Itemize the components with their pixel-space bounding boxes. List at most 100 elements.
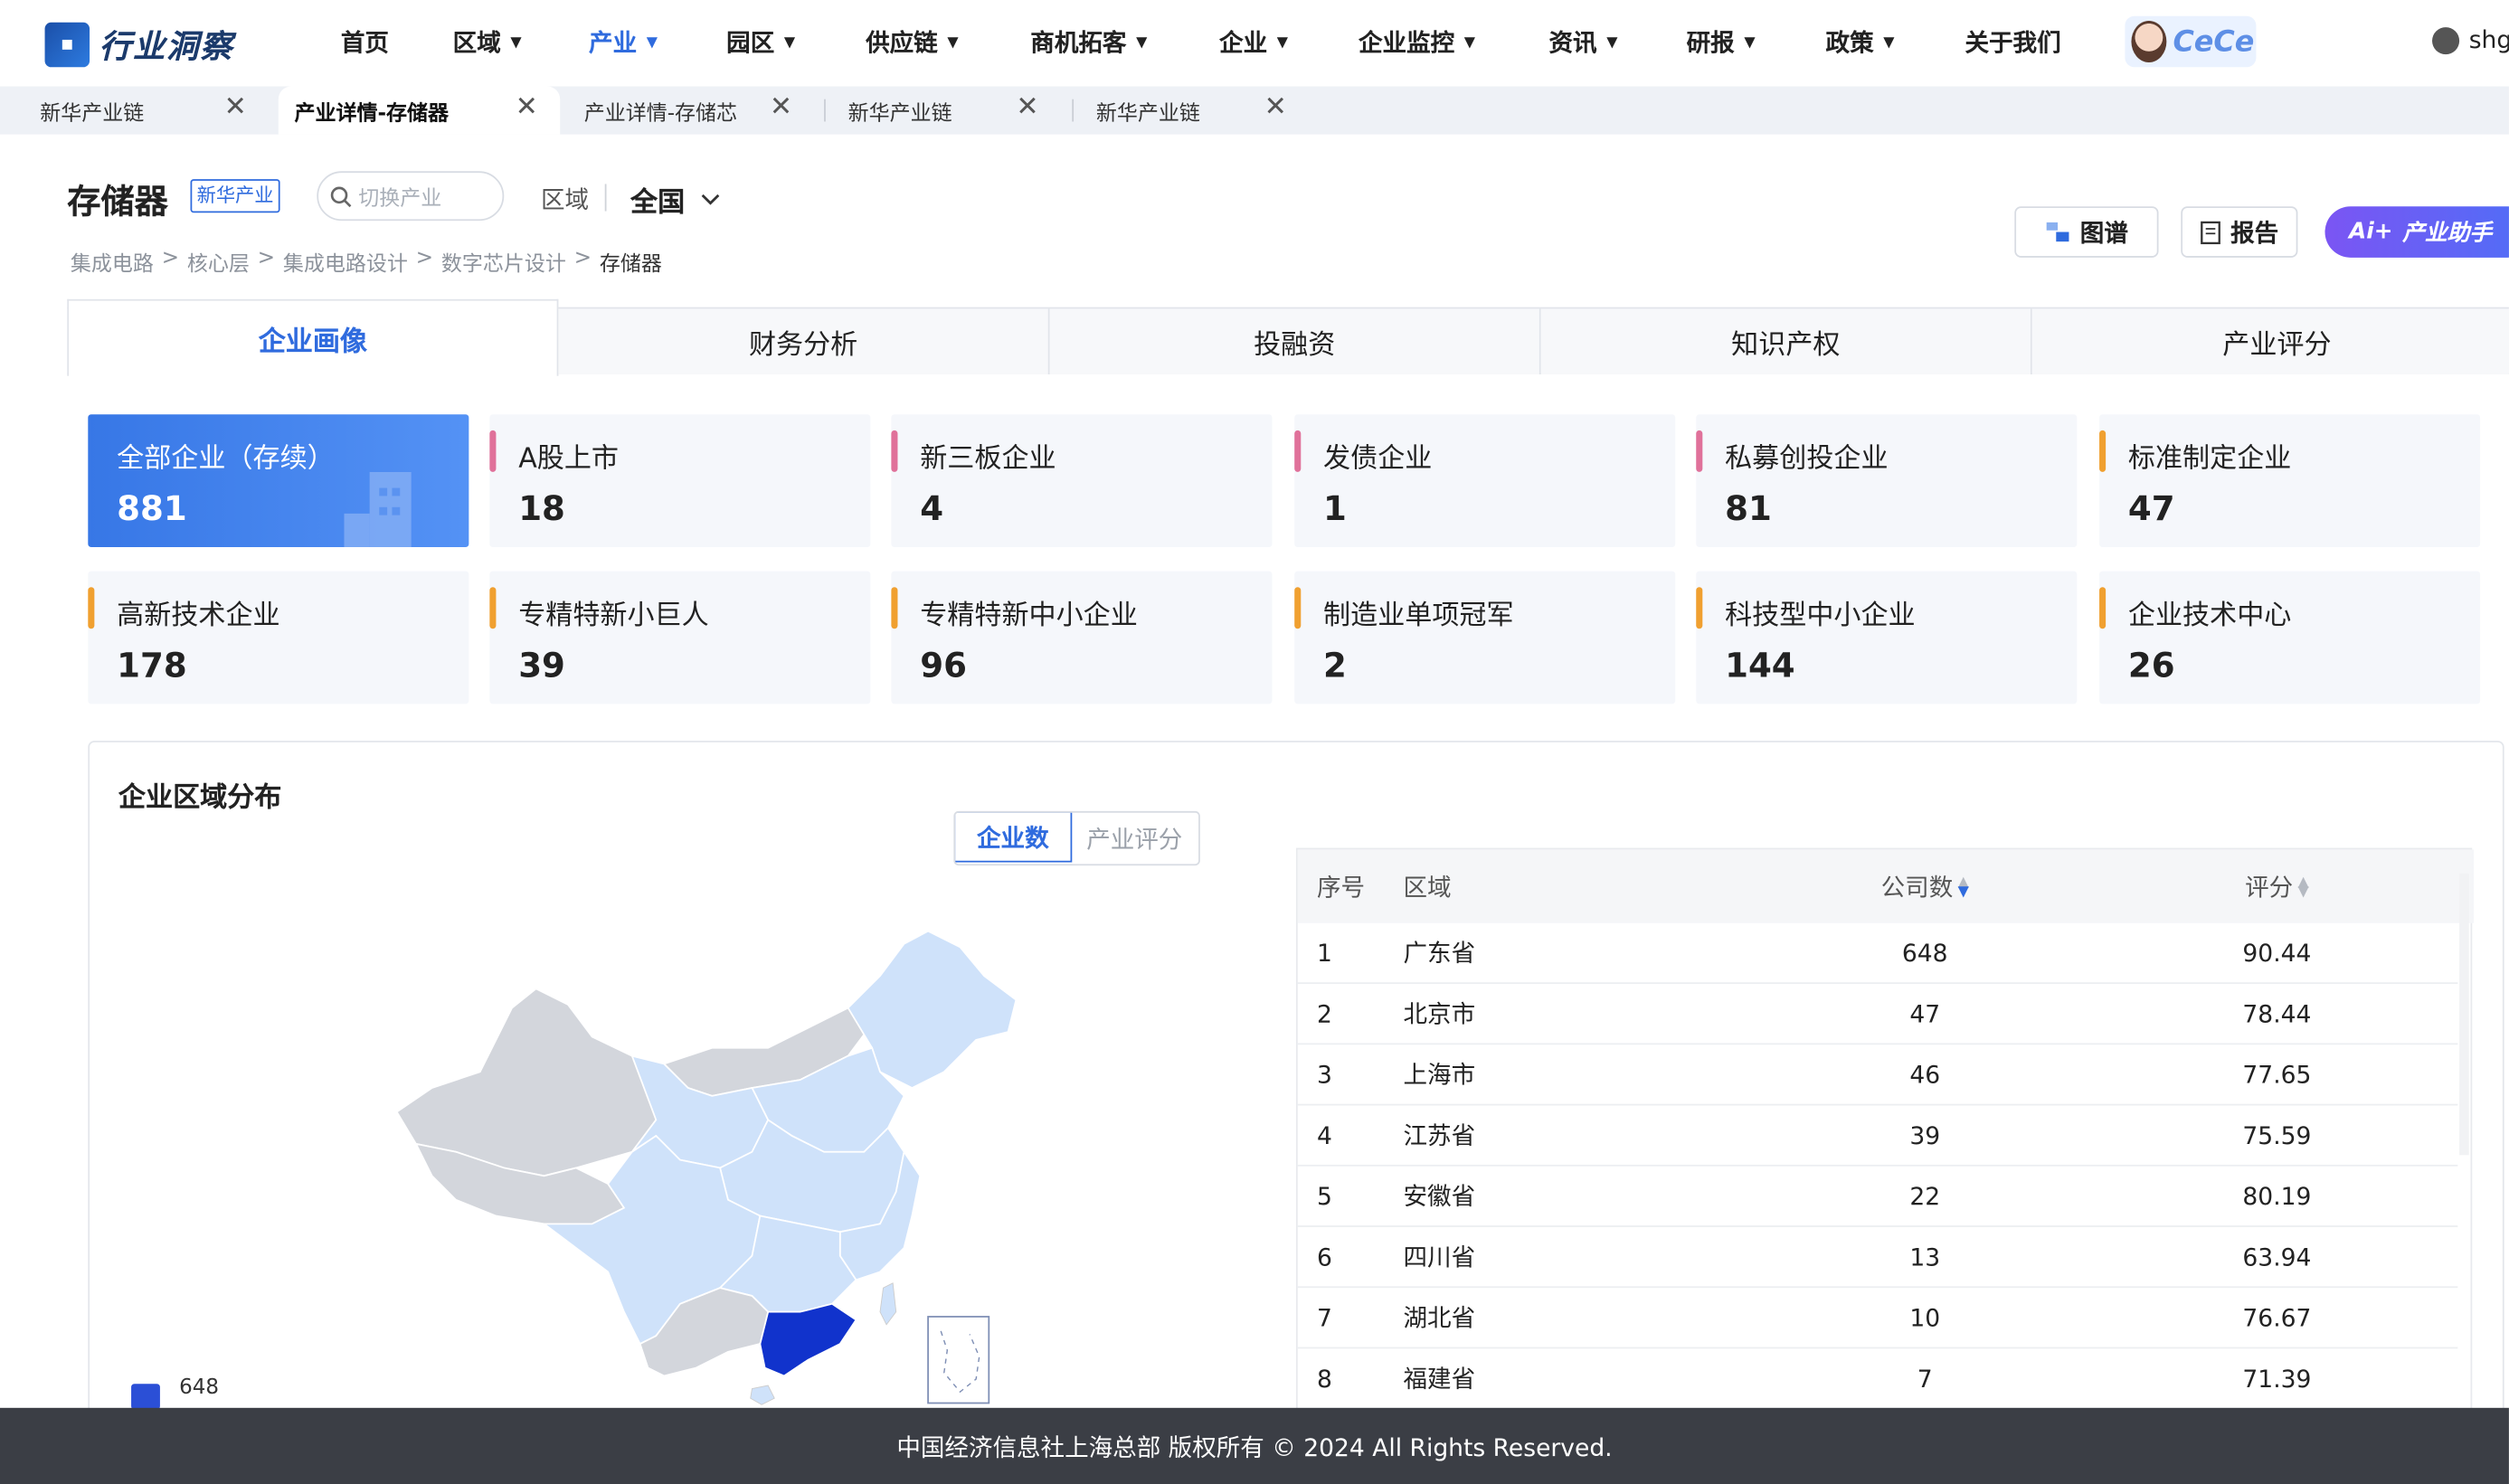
nav-research[interactable]: 研报 ▼ <box>1687 25 1756 59</box>
tab-enterprise-profile[interactable]: 企业画像 <box>67 298 559 376</box>
caret-down-icon: ▼ <box>1463 34 1475 51</box>
col-score[interactable]: 评分 ▲ ▼ <box>2213 870 2342 903</box>
close-icon[interactable]: ✕ <box>224 91 247 123</box>
stat-label: 全部企业（存续） <box>117 443 335 476</box>
stat-bar <box>891 587 898 629</box>
nav-business-leads[interactable]: 商机拓客 ▼ <box>1030 25 1147 59</box>
nav-region[interactable]: 区域 ▼ <box>453 25 522 59</box>
graph-icon <box>2046 222 2069 242</box>
stat-card-pe-vc[interactable]: 私募创投企业 81 <box>1696 414 2078 548</box>
cell-score: 78.44 <box>2242 998 2312 1028</box>
map-region-taiwan[interactable] <box>879 1282 897 1326</box>
close-icon[interactable]: ✕ <box>770 91 792 123</box>
caret-down-icon: ▼ <box>783 34 796 51</box>
stat-value: 81 <box>1725 489 1772 528</box>
stat-card-high-tech[interactable]: 高新技术企业 178 <box>88 571 469 704</box>
cell-count: 39 <box>1909 1120 1941 1150</box>
table-row[interactable]: 1 广东省 648 90.44 <box>1297 923 2458 984</box>
nav-enterprise[interactable]: 企业 ▼ <box>1219 25 1288 59</box>
nav-home[interactable]: 首页 <box>341 25 389 59</box>
nav-label: 企业监控 <box>1358 28 1455 58</box>
table-row[interactable]: 3 上海市 46 77.65 <box>1297 1044 2458 1106</box>
industry-search-input[interactable]: 切换产业 <box>317 171 505 222</box>
tab-storage-detail[interactable]: 产业详情-存储器 ✕ <box>278 86 561 135</box>
table-scrollbar[interactable] <box>2459 873 2469 1156</box>
stat-bar <box>88 587 95 629</box>
table-row[interactable]: 2 北京市 47 78.44 <box>1297 984 2458 1045</box>
breadcrumb-sep: > <box>573 246 592 270</box>
nav-label: 产业 <box>589 28 638 58</box>
sort-icon[interactable]: ▲ ▼ <box>1958 876 1969 901</box>
tab-investment[interactable]: 投融资 <box>1049 308 1541 374</box>
cell-score: 63.94 <box>2242 1242 2312 1271</box>
region-table: 序号 区域 公司数 ▲ ▼ 评分 ▲ ▼ 1 广东省 648 90.44 2 北京市 47 78.4… <box>1295 847 2475 1424</box>
stat-card-neeq[interactable]: 新三板企业 4 <box>891 414 1273 548</box>
caret-down-icon: ▼ <box>1883 34 1895 51</box>
nav-news[interactable]: 资讯 ▼ <box>1548 25 1617 59</box>
table-row[interactable]: 8 福建省 7 71.39 <box>1297 1348 2458 1410</box>
breadcrumb-item[interactable]: 数字芯片设计 <box>441 246 566 278</box>
toggle-industry-score[interactable]: 产业评分 <box>1071 813 1199 865</box>
ai-assistant-button[interactable]: Ai+ 产业助手 <box>2324 206 2509 258</box>
tab-financial-analysis[interactable]: 财务分析 <box>558 308 1050 374</box>
nav-industry[interactable]: 产业 ▼ <box>589 25 658 59</box>
stat-card-sme[interactable]: 专精特新中小企业 96 <box>891 571 1273 704</box>
nav-monitoring[interactable]: 企业监控 ▼ <box>1359 25 1475 59</box>
close-icon[interactable]: ✕ <box>1264 91 1287 123</box>
graph-button[interactable]: 图谱 <box>2014 206 2159 258</box>
nav-supply-chain[interactable]: 供应链 ▼ <box>866 25 958 59</box>
breadcrumb-item[interactable]: 核心层 <box>187 246 250 278</box>
report-button[interactable]: 报告 <box>2181 206 2298 258</box>
table-row[interactable]: 5 安徽省 22 80.19 <box>1297 1167 2458 1227</box>
map-region-hainan[interactable] <box>750 1385 775 1405</box>
close-icon[interactable]: ✕ <box>516 91 538 123</box>
stat-card-all[interactable]: 全部企业（存续） 881 <box>88 414 469 548</box>
table-row[interactable]: 7 湖北省 10 76.67 <box>1297 1288 2458 1349</box>
stat-card-standard[interactable]: 标准制定企业 47 <box>2099 414 2481 548</box>
tab-industry-score[interactable]: 产业评分 <box>2031 308 2509 374</box>
stat-bar <box>1294 430 1302 472</box>
nav-label: 资讯 <box>1548 28 1597 58</box>
assistant-cece[interactable]: CeCe <box>2125 15 2257 68</box>
nav-policy[interactable]: 政策 ▼ <box>1826 25 1895 59</box>
page-tabs: 新华产业链 ✕ 产业详情-存储器 ✕ 产业详情-存储芯 ✕ 新华产业链 ✕ 新华产业链 ✕ <box>0 86 2509 135</box>
sort-icon[interactable]: ▲ ▼ <box>2298 876 2309 901</box>
breadcrumb-item[interactable]: 集成电路 <box>71 246 154 278</box>
table-row[interactable]: 4 江苏省 39 75.59 <box>1297 1105 2458 1167</box>
top-nav: ■ 行业洞察 首页 区域 ▼ 产业 ▼ 园区 ▼ 供应链 ▼ 商机拓客 ▼ 企业 ▼ 企业监… <box>0 0 2509 87</box>
table-row[interactable]: 6 四川省 13 63.94 <box>1297 1227 2458 1289</box>
tab-label: 产业详情-存储芯 <box>583 101 738 126</box>
nav-park[interactable]: 园区 ▼ <box>726 25 795 59</box>
cell-region: 安徽省 <box>1403 1182 1476 1212</box>
search-icon <box>330 185 352 207</box>
stat-card-bond[interactable]: 发债企业 1 <box>1294 414 1676 548</box>
china-map[interactable] <box>368 912 1040 1407</box>
toggle-company-count[interactable]: 企业数 <box>955 812 1073 863</box>
close-icon[interactable]: ✕ <box>1016 91 1038 123</box>
region-select[interactable]: 全国 <box>630 179 720 219</box>
tab-xinhua-chain-3[interactable]: 新华产业链 ✕ <box>1072 87 1311 135</box>
tab-xinhua-chain-1[interactable]: 新华产业链 ✕ <box>0 87 275 135</box>
user-menu[interactable]: shg <box>2432 25 2509 54</box>
tab-xinhua-chain-2[interactable]: 新华产业链 ✕ <box>824 87 1064 135</box>
stat-card-tech-sme[interactable]: 科技型中小企业 144 <box>1696 571 2078 704</box>
nav-label: 企业 <box>1219 28 1268 58</box>
cell-score: 71.39 <box>2242 1364 2312 1394</box>
cell-score: 75.59 <box>2242 1120 2312 1150</box>
stat-label: 科技型中小企业 <box>1725 600 1916 632</box>
breadcrumb-item[interactable]: 集成电路设计 <box>283 246 408 278</box>
nav-label: 商机拓客 <box>1030 28 1127 58</box>
logo[interactable]: ■ 行业洞察 <box>44 21 234 67</box>
col-count[interactable]: 公司数 ▲ ▼ <box>1860 870 1989 903</box>
stat-card-champion[interactable]: 制造业单项冠军 2 <box>1294 571 1676 704</box>
cell-no: 2 <box>1316 998 1332 1028</box>
nav-about[interactable]: 关于我们 <box>1965 25 2060 59</box>
map-region-guangdong[interactable] <box>759 1302 857 1377</box>
tab-storage-chip-detail[interactable]: 产业详情-存储芯 ✕ <box>560 87 816 135</box>
tab-ip[interactable]: 知识产权 <box>1540 308 2032 374</box>
cell-no: 5 <box>1316 1181 1332 1211</box>
stat-card-a-share[interactable]: A股上市 18 <box>489 414 871 548</box>
stat-card-little-giant[interactable]: 专精特新小巨人 39 <box>489 571 871 704</box>
cell-score: 76.67 <box>2242 1302 2312 1332</box>
stat-card-tech-center[interactable]: 企业技术中心 26 <box>2099 571 2481 704</box>
